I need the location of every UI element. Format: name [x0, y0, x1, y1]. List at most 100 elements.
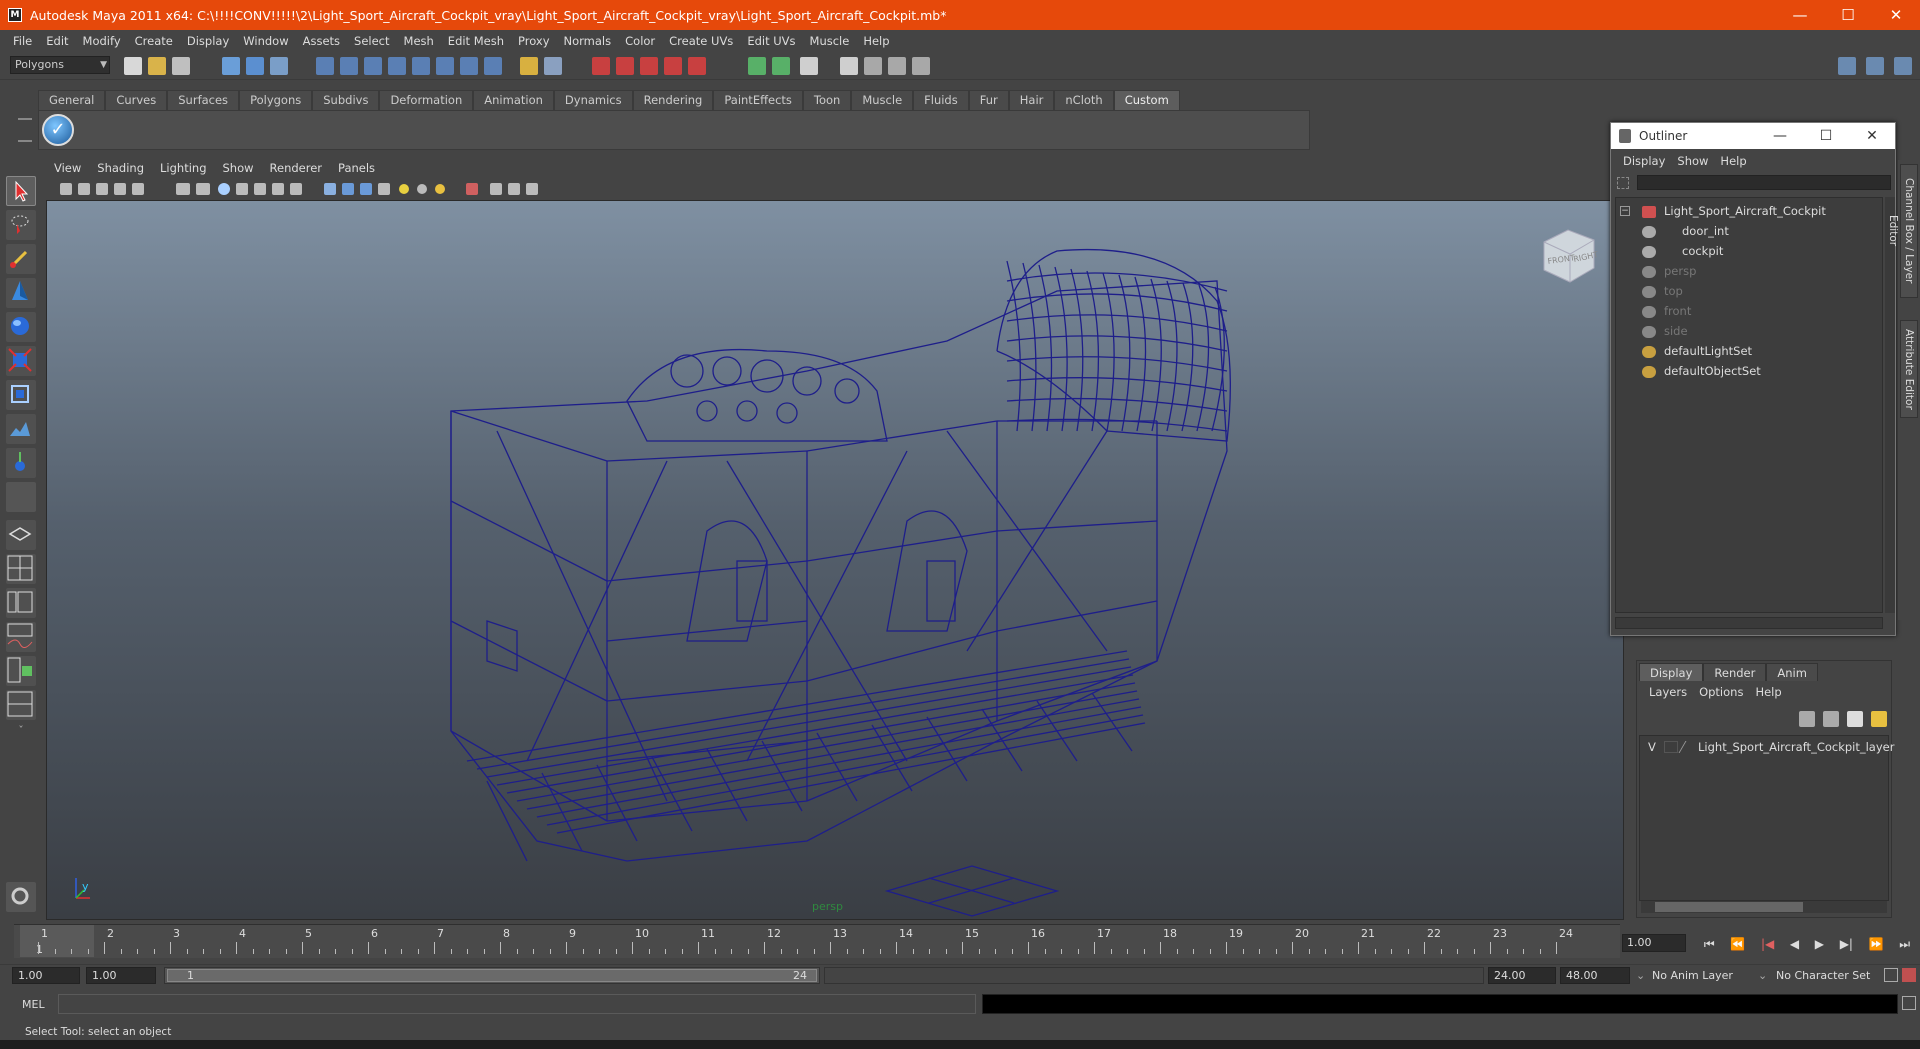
step-back-frame-button[interactable]: |◀ — [1761, 937, 1774, 951]
outliner-maximize-button[interactable]: ☐ — [1803, 123, 1849, 149]
shelf-tab-hair[interactable]: Hair — [1008, 90, 1055, 110]
menu-modify[interactable]: Modify — [76, 34, 128, 48]
selection-highlight-icon[interactable] — [544, 57, 562, 75]
shelf-menu-icon[interactable] — [18, 118, 32, 142]
input-line-icon[interactable] — [748, 57, 766, 75]
menu-set-selector[interactable]: Polygons ▼ — [10, 56, 110, 74]
more-layouts-chevron-icon[interactable]: ˇ — [6, 725, 36, 740]
make-live-icon[interactable] — [412, 57, 430, 75]
outliner-item-top[interactable]: top — [1642, 282, 1683, 300]
render-view-icon[interactable] — [688, 57, 706, 75]
view-cube[interactable]: FRONT RIGHT — [1536, 224, 1599, 286]
minimize-button[interactable]: — — [1776, 0, 1824, 30]
shelf-tab-subdivs[interactable]: Subdivs — [312, 90, 380, 110]
layer-tab-render[interactable]: Render — [1703, 663, 1767, 681]
snap-to-point-icon[interactable] — [364, 57, 382, 75]
ipr-render-icon[interactable] — [616, 57, 634, 75]
input-ops-icon[interactable] — [436, 57, 454, 75]
save-scene-icon[interactable] — [172, 57, 190, 75]
rotate-tool-icon[interactable] — [6, 312, 36, 342]
layout-single-icon[interactable] — [1838, 57, 1856, 75]
outliner-vertical-scrollbar[interactable] — [1885, 197, 1895, 613]
lock-icon[interactable] — [520, 57, 538, 75]
current-frame-marker[interactable] — [20, 925, 94, 957]
shelf-tab-ncloth[interactable]: nCloth — [1054, 90, 1114, 110]
shelf-tab-deformation[interactable]: Deformation — [379, 90, 474, 110]
playback-end-field[interactable]: 24.00 — [1488, 967, 1556, 984]
menu-edit[interactable]: Edit — [39, 34, 75, 48]
outliner-item-front[interactable]: front — [1642, 302, 1691, 320]
scale-tool-icon[interactable] — [6, 346, 36, 376]
shelf-tab-muscle[interactable]: Muscle — [851, 90, 914, 110]
panel-menu-view[interactable]: View — [46, 161, 89, 175]
soft-modification-icon[interactable] — [6, 414, 36, 444]
menu-display[interactable]: Display — [180, 34, 236, 48]
filter-icon[interactable] — [1617, 177, 1629, 189]
character-set-selector[interactable]: No Character Set — [1776, 967, 1880, 984]
script-editor-layout-icon[interactable] — [6, 690, 36, 720]
step-forward-key-button[interactable]: ⏩ — [1869, 937, 1884, 951]
shelf-tab-rendering[interactable]: Rendering — [632, 90, 714, 110]
outliner-menu-help[interactable]: Help — [1714, 154, 1752, 168]
shelf-tab-custom[interactable]: Custom — [1113, 90, 1180, 110]
time-slider[interactable]: 1 1 2 3 4 5 6 7 8 9 10 11 12 13 14 15 16 17 18 19 20 21 22 23 2… — [14, 924, 1620, 958]
go-to-end-button[interactable]: ⏭ — [1899, 937, 1910, 952]
anim-layer-selector[interactable]: No Anim Layer — [1652, 967, 1756, 984]
layout-four-icon[interactable] — [1894, 57, 1912, 75]
collapse-icon[interactable]: − — [1620, 206, 1630, 216]
outliner-item-default-object-set[interactable]: defaultObjectSet — [1642, 362, 1761, 380]
relative-transform-icon[interactable] — [772, 57, 790, 75]
panel-menu-lighting[interactable]: Lighting — [152, 161, 214, 175]
play-backward-button[interactable]: ◀ — [1790, 937, 1799, 951]
menu-proxy[interactable]: Proxy — [511, 34, 557, 48]
panel-menu-show[interactable]: Show — [215, 161, 262, 175]
four-view-layout-icon[interactable] — [6, 554, 36, 584]
render-current-frame-icon[interactable] — [592, 57, 610, 75]
channel-box-toggle-icon[interactable] — [864, 57, 882, 75]
snap-to-curve-icon[interactable] — [340, 57, 358, 75]
shelf-tab-fur[interactable]: Fur — [968, 90, 1009, 110]
menu-assets[interactable]: Assets — [296, 34, 347, 48]
layer-menu-help[interactable]: Help — [1749, 685, 1787, 699]
shelf-tab-general[interactable]: General — [38, 90, 106, 110]
shelf-tab-toon[interactable]: Toon — [802, 90, 852, 110]
layer-visibility-toggle[interactable]: V — [1648, 738, 1656, 756]
modeling-toolkit-icon[interactable] — [888, 57, 906, 75]
tool-settings-toggle-icon[interactable] — [840, 57, 858, 75]
checkmark-icon[interactable]: ✓ — [42, 114, 74, 146]
menu-file[interactable]: File — [6, 34, 39, 48]
menu-window[interactable]: Window — [236, 34, 295, 48]
panel-menu-panels[interactable]: Panels — [330, 161, 383, 175]
outliner-menu-show[interactable]: Show — [1671, 154, 1714, 168]
outliner-item-root[interactable]: Light_Sport_Aircraft_Cockpit — [1642, 202, 1826, 220]
create-empty-layer-icon[interactable] — [1847, 711, 1863, 727]
outliner-item-default-light-set[interactable]: defaultLightSet — [1642, 342, 1752, 360]
maximize-button[interactable]: ☐ — [1824, 0, 1872, 30]
attribute-editor-tab[interactable]: Attribute Editor — [1900, 320, 1918, 418]
go-to-start-button[interactable]: ⏮ — [1704, 937, 1715, 952]
hypershade-layout-icon[interactable] — [6, 656, 36, 686]
shelf-tab-curves[interactable]: Curves — [105, 90, 168, 110]
menu-color[interactable]: Color — [618, 34, 662, 48]
perspective-viewport[interactable] — [46, 200, 1624, 920]
select-by-component-icon[interactable] — [270, 57, 288, 75]
shelf-tab-fluids[interactable]: Fluids — [913, 90, 969, 110]
render-settings-icon[interactable] — [640, 57, 658, 75]
menu-select[interactable]: Select — [347, 34, 396, 48]
open-scene-icon[interactable] — [148, 57, 166, 75]
range-slider[interactable]: 1 24 — [164, 967, 820, 984]
range-slider-track[interactable] — [824, 967, 1484, 984]
snap-to-view-plane-icon[interactable] — [388, 57, 406, 75]
layer-color-icon[interactable] — [1678, 741, 1698, 753]
move-tool-icon[interactable] — [6, 278, 36, 308]
menu-create[interactable]: Create — [128, 34, 180, 48]
new-scene-icon[interactable] — [124, 57, 142, 75]
animation-start-field[interactable]: 1.00 — [12, 967, 80, 984]
play-forward-button[interactable]: ▶ — [1815, 937, 1824, 951]
layer-horizontal-scrollbar[interactable] — [1641, 901, 1887, 913]
script-language-label[interactable]: MEL — [22, 998, 45, 1011]
sidebar-toggle-icon[interactable] — [912, 57, 930, 75]
channel-box-tab[interactable]: Channel Box / Layer Editor — [1887, 164, 1918, 298]
hypershade-icon[interactable] — [664, 57, 682, 75]
outliner-item-cockpit[interactable]: cockpit — [1642, 242, 1723, 260]
